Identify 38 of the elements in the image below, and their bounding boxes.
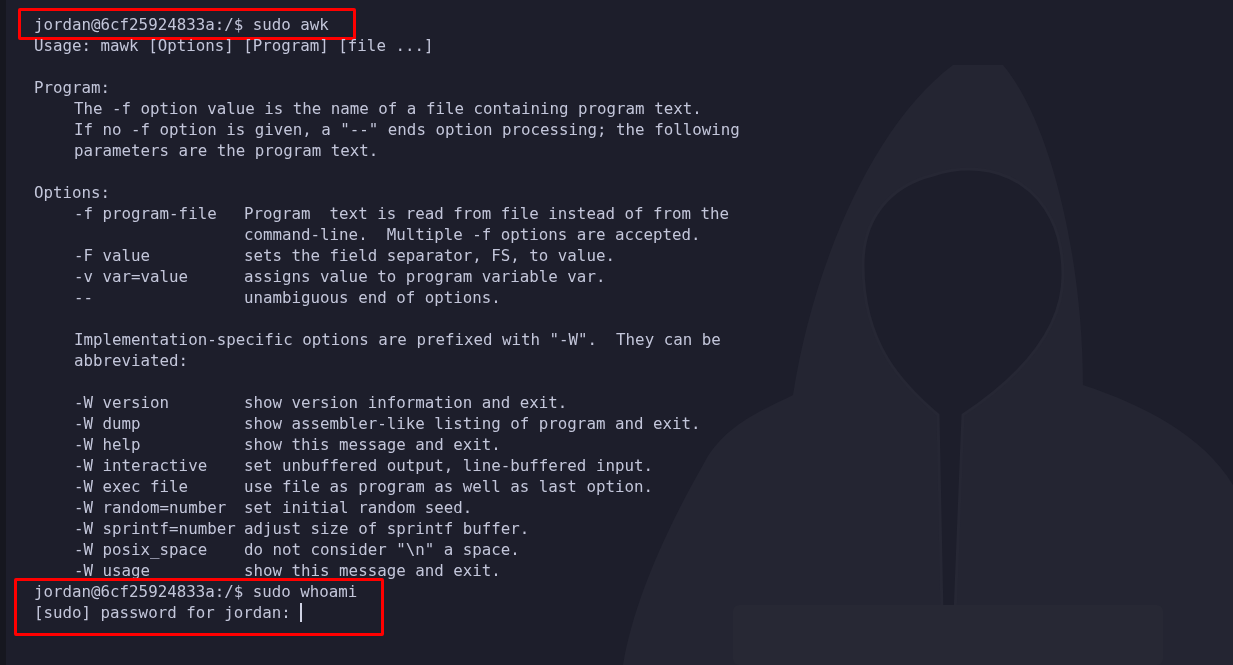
option-description: show assembler-like listing of program and exit. bbox=[244, 413, 701, 434]
output-text: parameters are the program text. bbox=[74, 140, 379, 161]
option-description: set initial random seed. bbox=[244, 497, 473, 518]
option-name: -v var=value bbox=[74, 267, 189, 286]
output-text: Usage: mawk [Options] [Program] [file ...] bbox=[34, 35, 434, 56]
option-name: -W usage bbox=[74, 561, 151, 580]
option-description: adjust size of sprintf buffer. bbox=[244, 518, 530, 539]
option-description: command-line. Multiple -f options are accepted. bbox=[244, 224, 701, 245]
option-name: -W exec file bbox=[74, 477, 189, 496]
option-description: unambiguous end of options. bbox=[244, 287, 501, 308]
option-name: -W posix_space bbox=[74, 540, 208, 559]
option-description: Program text is read from file instead of from the bbox=[244, 203, 730, 224]
option-description: set unbuffered output, line-buffered input. bbox=[244, 455, 653, 476]
option-description: assigns value to program variable var. bbox=[244, 266, 606, 287]
output-text: Program: bbox=[34, 77, 111, 98]
option-name: -W random=number bbox=[74, 498, 227, 517]
option-description: show this message and exit. bbox=[244, 560, 501, 581]
command-line: jordan@6cf25924833a:/$ sudo awk bbox=[34, 14, 329, 35]
option-name: -W help bbox=[74, 435, 141, 454]
command-line: jordan@6cf25924833a:/$ sudo whoami bbox=[34, 581, 358, 602]
output-text: abbreviated: bbox=[74, 350, 189, 371]
option-name: -- bbox=[74, 288, 94, 307]
output-text: The -f option value is the name of a file containing program text. bbox=[74, 98, 702, 119]
option-name: -W dump bbox=[74, 414, 141, 433]
command-line: [sudo] password for jordan: bbox=[34, 602, 291, 623]
option-name: -f program-file bbox=[74, 204, 217, 223]
option-description: use file as program as well as last option. bbox=[244, 476, 653, 497]
option-description: show version information and exit. bbox=[244, 392, 568, 413]
output-text: Implementation-specific options are prefixed with "-W". They can be bbox=[74, 329, 721, 350]
option-description: show this message and exit. bbox=[244, 434, 501, 455]
output-text: Options: bbox=[34, 182, 111, 203]
output-text: If no -f option is given, a "--" ends option processing; the following bbox=[74, 119, 740, 140]
option-name: -W interactive bbox=[74, 456, 208, 475]
option-description: sets the field separator, FS, to value. bbox=[244, 245, 615, 266]
option-name: -F value bbox=[74, 246, 151, 265]
option-name: -W version bbox=[74, 393, 170, 412]
option-name: -W sprintf=number bbox=[74, 519, 236, 538]
option-description: do not consider "\n" a space. bbox=[244, 539, 520, 560]
